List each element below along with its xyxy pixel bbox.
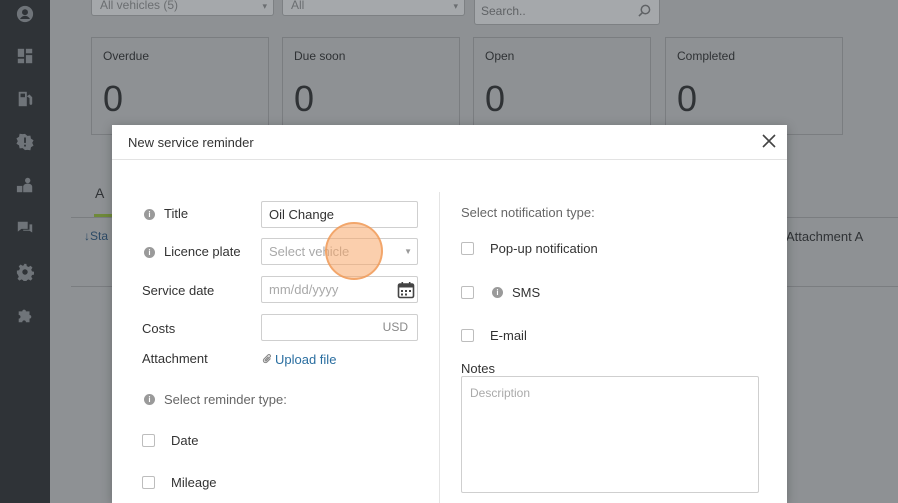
attachment-label: Attachment bbox=[142, 351, 208, 366]
puzzle-icon[interactable] bbox=[15, 305, 35, 325]
reminder-type-label: Select reminder type: bbox=[164, 392, 287, 407]
stat-value: 0 bbox=[485, 78, 506, 119]
licence-plate-placeholder: Select vehicle bbox=[269, 244, 350, 259]
calendar-icon[interactable] bbox=[397, 281, 415, 307]
alert-icon[interactable] bbox=[15, 132, 35, 152]
vehicle-filter-value: All vehicles (5) bbox=[100, 0, 179, 12]
sms-label: SMS bbox=[512, 285, 541, 300]
sidebar bbox=[0, 0, 50, 503]
popup-notification-checkbox[interactable] bbox=[461, 242, 474, 255]
info-icon: i bbox=[144, 209, 155, 220]
info-icon: i bbox=[144, 394, 155, 405]
notes-label: Notes bbox=[461, 361, 495, 376]
upload-file-link[interactable]: Upload file bbox=[262, 352, 336, 367]
title-label: Title bbox=[164, 206, 189, 221]
stat-card-open[interactable]: Open 0 bbox=[473, 37, 651, 135]
search-icon[interactable] bbox=[638, 4, 651, 20]
column-header-attachment: Attachment A bbox=[786, 229, 864, 244]
fuel-icon[interactable] bbox=[15, 89, 35, 109]
paperclip-icon bbox=[262, 354, 271, 364]
search-input[interactable]: Search.. bbox=[474, 0, 660, 25]
column-divider bbox=[439, 192, 440, 503]
chevron-down-icon: ▼ bbox=[404, 247, 412, 256]
driver-icon[interactable] bbox=[15, 175, 35, 195]
tab-active-label[interactable]: A bbox=[95, 185, 104, 201]
stat-value: 0 bbox=[294, 78, 315, 119]
sort-link[interactable]: ↓Sta bbox=[84, 229, 108, 243]
notes-textarea[interactable]: Description bbox=[461, 376, 759, 493]
dialog-title: New service reminder bbox=[128, 135, 254, 150]
service-date-input[interactable]: mm/dd/yyyy bbox=[261, 276, 418, 303]
info-icon: i bbox=[492, 287, 503, 298]
stat-label: Due soon bbox=[294, 49, 346, 63]
gear-icon[interactable] bbox=[15, 262, 35, 282]
sort-link-text: Sta bbox=[90, 229, 109, 243]
notes-placeholder: Description bbox=[470, 386, 531, 400]
stat-card-due-soon[interactable]: Due soon 0 bbox=[282, 37, 460, 135]
dialog-header: New service reminder bbox=[112, 125, 787, 160]
messages-icon[interactable] bbox=[15, 218, 35, 238]
title-input-value: Oil Change bbox=[269, 207, 335, 222]
service-date-placeholder: mm/dd/yyyy bbox=[269, 282, 339, 297]
reminder-mileage-checkbox[interactable] bbox=[142, 476, 155, 489]
email-checkbox[interactable] bbox=[461, 329, 474, 342]
licence-plate-select[interactable]: Select vehicle ▼ bbox=[261, 238, 418, 265]
stat-label: Open bbox=[485, 49, 515, 63]
status-filter-value: All bbox=[291, 0, 305, 12]
close-button[interactable] bbox=[761, 133, 779, 151]
popup-notification-label: Pop-up notification bbox=[490, 241, 598, 256]
dashboard-icon[interactable] bbox=[15, 46, 35, 66]
licence-plate-label: Licence plate bbox=[164, 244, 241, 259]
chevron-down-icon: ▾ bbox=[262, 1, 267, 11]
stat-label: Completed bbox=[677, 49, 736, 63]
stat-value: 0 bbox=[677, 78, 698, 119]
vehicle-filter[interactable]: All vehicles (5) ▾ bbox=[91, 0, 274, 16]
title-input[interactable]: Oil Change bbox=[261, 201, 418, 228]
stat-value: 0 bbox=[103, 78, 124, 119]
currency-unit: USD bbox=[382, 320, 408, 334]
service-date-label: Service date bbox=[142, 283, 215, 298]
new-reminder-dialog: New service reminder i Title Oil Change … bbox=[112, 125, 787, 503]
info-icon: i bbox=[144, 247, 155, 258]
chevron-down-icon: ▾ bbox=[453, 1, 458, 11]
email-label: E-mail bbox=[490, 328, 527, 343]
costs-label: Costs bbox=[142, 321, 176, 336]
costs-input[interactable]: USD bbox=[261, 314, 418, 341]
user-icon[interactable] bbox=[15, 4, 35, 24]
sms-checkbox[interactable] bbox=[461, 286, 474, 299]
stat-card-overdue[interactable]: Overdue 0 bbox=[91, 37, 269, 135]
stat-card-completed[interactable]: Completed 0 bbox=[665, 37, 843, 135]
upload-file-label: Upload file bbox=[275, 352, 337, 367]
search-placeholder: Search.. bbox=[481, 4, 526, 18]
reminder-date-label: Date bbox=[171, 433, 199, 448]
reminder-date-checkbox[interactable] bbox=[142, 434, 155, 447]
reminder-mileage-label: Mileage bbox=[171, 475, 217, 490]
notification-type-label: Select notification type: bbox=[461, 205, 595, 220]
status-filter[interactable]: All ▾ bbox=[282, 0, 465, 16]
stat-label: Overdue bbox=[103, 49, 150, 63]
close-icon bbox=[762, 134, 776, 148]
